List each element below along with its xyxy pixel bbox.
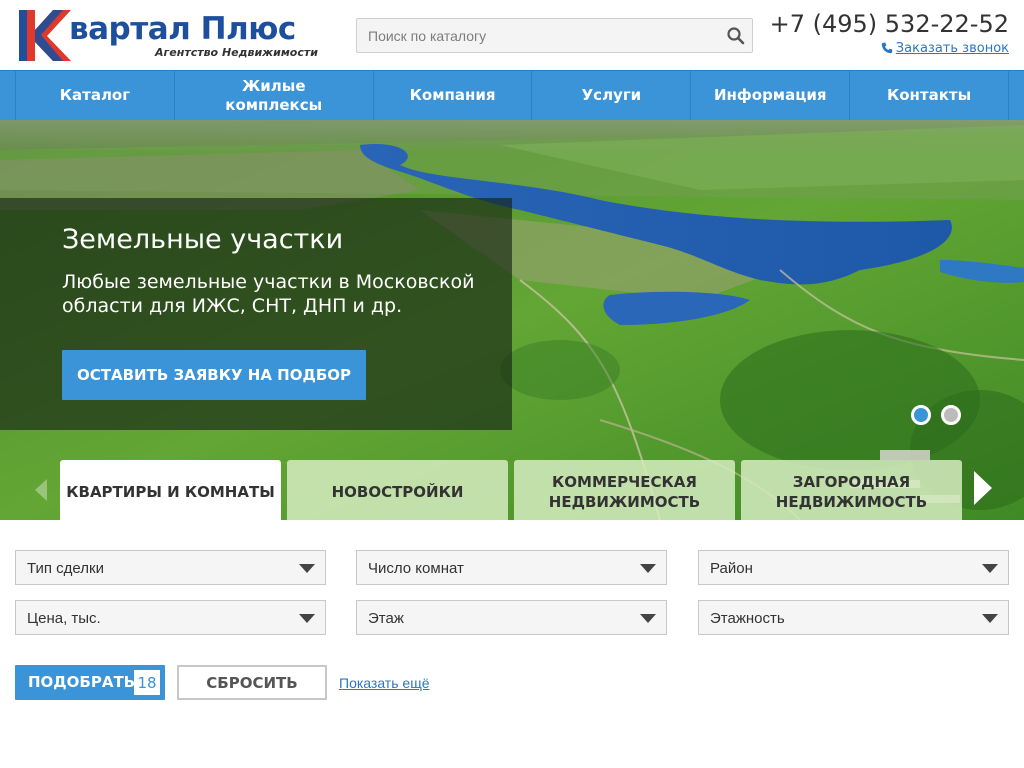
callback-link-wrap: Заказать звонок [881, 41, 1009, 56]
nav-item-services[interactable]: Услуги [531, 71, 690, 120]
tab-new-buildings[interactable]: НОВОСТРОЙКИ [287, 460, 508, 520]
apply-filter-label: ПОДОБРАТЬ [28, 673, 136, 691]
deal-type-select[interactable]: Тип сделки [15, 550, 326, 585]
nav-item-company[interactable]: Компания [372, 71, 532, 120]
tab-apartments-rooms[interactable]: КВАРТИРЫ И КОМНАТЫ [60, 460, 281, 520]
price-select[interactable]: Цена, тыс. [15, 600, 326, 635]
site-logo[interactable]: вартал Плюс Агентство Недвижимости [15, 8, 327, 63]
district-select[interactable]: Район [698, 550, 1009, 585]
results-count-badge: 18 [134, 670, 160, 695]
logo-subtitle: Агентство Недвижимости [155, 46, 318, 59]
property-type-tabs: КВАРТИРЫ И КОМНАТЫ НОВОСТРОЙКИ КОММЕРЧЕС… [60, 460, 968, 520]
hero-description: Любые земельные участки в Московской обл… [62, 271, 475, 317]
nav-item-residential-complexes[interactable]: Жилые комплексы [173, 71, 373, 120]
chevron-down-icon [982, 614, 998, 623]
tabs-next-arrow-icon[interactable] [972, 470, 994, 506]
apply-filter-button[interactable]: ПОДОБРАТЬ 18 [15, 665, 165, 700]
chevron-down-icon [640, 564, 656, 573]
search-icon[interactable] [726, 26, 746, 46]
slider-dot-2[interactable] [941, 405, 961, 425]
rooms-label: Число комнат [368, 560, 464, 577]
logo-title: вартал Плюс [69, 11, 296, 47]
request-selection-button[interactable]: ОСТАВИТЬ ЗАЯВКУ НА ПОДБОР [62, 350, 366, 400]
callback-link[interactable]: Заказать звонок [896, 41, 1009, 56]
chevron-down-icon [299, 614, 315, 623]
main-nav: Каталог Жилые комплексы Компания Услуги … [0, 70, 1024, 120]
logo-k-icon [15, 8, 71, 63]
site-header: вартал Плюс Агентство Недвижимости +7 (4… [0, 0, 1024, 70]
reset-filter-button[interactable]: СБРОСИТЬ [177, 665, 327, 700]
deal-type-label: Тип сделки [27, 560, 104, 577]
nav-item-contacts[interactable]: Контакты [849, 71, 1009, 120]
rooms-select[interactable]: Число комнат [356, 550, 667, 585]
slider-dot-1[interactable] [911, 405, 931, 425]
tabs-prev-arrow-icon[interactable] [34, 478, 48, 502]
search-input[interactable] [357, 19, 717, 52]
floors-total-label: Этажность [710, 610, 785, 627]
chevron-down-icon [640, 614, 656, 623]
tab-country[interactable]: ЗАГОРОДНАЯ НЕДВИЖИМОСТЬ [741, 460, 962, 520]
phone-icon [881, 42, 892, 54]
floor-select[interactable]: Этаж [356, 600, 667, 635]
floor-label: Этаж [368, 610, 404, 627]
hero-slider: Земельные участки Любые земельные участк… [0, 120, 1024, 520]
phone-number: +7 (495) 532-22-52 [769, 10, 1009, 38]
show-more-link[interactable]: Показать ещё [339, 675, 430, 691]
tab-commercial[interactable]: КОММЕРЧЕСКАЯ НЕДВИЖИМОСТЬ [514, 460, 735, 520]
hero-title: Земельные участки [62, 224, 344, 255]
floors-total-select[interactable]: Этажность [698, 600, 1009, 635]
catalog-search [356, 18, 753, 53]
chevron-down-icon [982, 564, 998, 573]
price-label: Цена, тыс. [27, 610, 101, 627]
nav-item-information[interactable]: Информация [690, 71, 849, 120]
district-label: Район [710, 560, 753, 577]
nav-item-catalog[interactable]: Каталог [15, 71, 174, 120]
chevron-down-icon [299, 564, 315, 573]
